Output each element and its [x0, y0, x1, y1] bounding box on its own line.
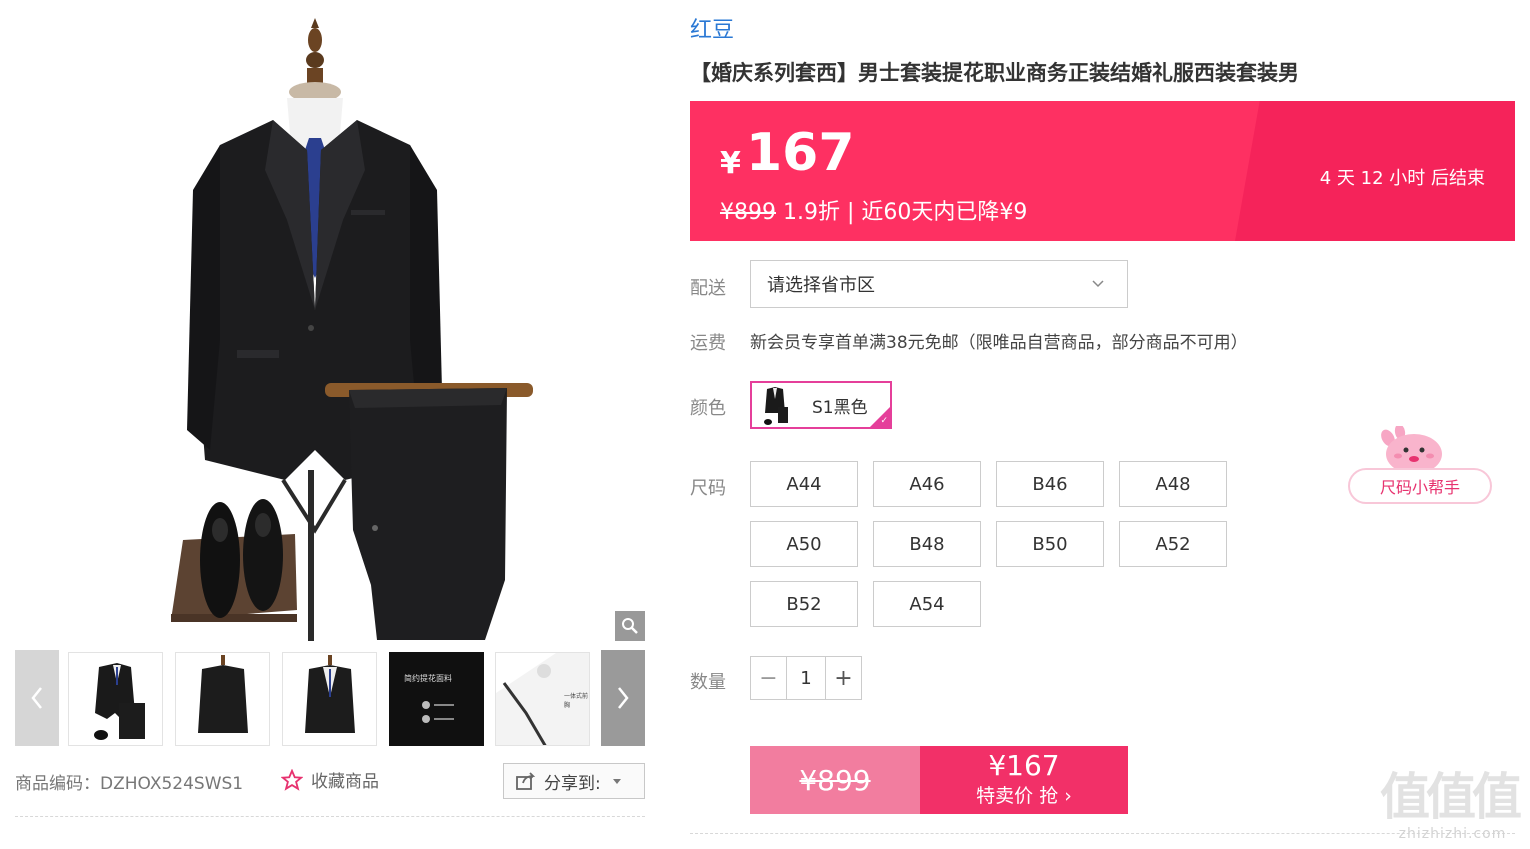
- color-swatch-thumbnail: [764, 387, 788, 425]
- size-helper-button[interactable]: 尺码小帮手: [1348, 426, 1494, 508]
- size-option-a46[interactable]: A46: [873, 461, 981, 507]
- watermark-logo: 值值值: [1380, 768, 1522, 826]
- size-label: 尺码: [690, 478, 726, 499]
- original-price: ¥899: [720, 200, 776, 225]
- watermark-url: zhizhizhi.com: [1398, 826, 1507, 842]
- share-icon: [516, 772, 536, 790]
- share-label: 分享到:: [544, 773, 601, 794]
- size-option-b52[interactable]: B52: [750, 581, 858, 627]
- price-details: ¥899 1.9折 | 近60天内已降¥9: [720, 194, 1027, 226]
- product-title: 【婚庆系列套西】男士套装提花职业商务正装结婚礼服西装套装男: [690, 61, 1299, 85]
- divider: [15, 816, 645, 817]
- site-watermark: 值值值 zhizhizhi.com: [1380, 768, 1525, 846]
- buy-original-price: ¥899: [750, 746, 920, 814]
- buy-cta-label: 特卖价 抢 ›: [976, 785, 1072, 807]
- product-sku: 商品编码：DZHOX524SWS1: [15, 774, 244, 794]
- magnifier-icon[interactable]: [615, 611, 645, 641]
- delivery-label: 配送: [690, 278, 726, 299]
- size-helper-label: 尺码小帮手: [1348, 468, 1492, 504]
- size-option-b48[interactable]: B48: [873, 521, 981, 567]
- size-option-a48[interactable]: A48: [1119, 461, 1227, 507]
- sale-countdown: 4 天 12 小时 后结束: [1319, 168, 1485, 189]
- thumbnail-craft-detail[interactable]: 一体式前胸: [495, 652, 590, 746]
- craft-detail-text: 一体式前胸: [564, 693, 589, 709]
- size-option-a50[interactable]: A50: [750, 521, 858, 567]
- chevron-left-icon[interactable]: [15, 650, 59, 746]
- freight-info: 新会员专享首单满38元免邮（限唯品自营商品，部分商品不可用）: [750, 333, 1248, 353]
- delivery-select-value: 请选择省市区: [767, 275, 875, 296]
- thumbnail-strip: 简约提花面料 一体式前胸: [15, 650, 645, 746]
- check-icon: ✓: [880, 416, 888, 426]
- currency-symbol: ¥: [720, 146, 741, 181]
- quantity-input[interactable]: 1: [786, 657, 826, 699]
- size-option-b46[interactable]: B46: [996, 461, 1104, 507]
- brand-link[interactable]: 红豆: [690, 12, 734, 44]
- freight-label: 运费: [690, 333, 726, 354]
- quantity-label: 数量: [690, 672, 726, 693]
- chevron-down-icon: [1092, 280, 1104, 288]
- size-option-b50[interactable]: B50: [996, 521, 1104, 567]
- favorite-label: 收藏商品: [311, 772, 379, 792]
- favorite-button[interactable]: 收藏商品: [281, 767, 379, 792]
- main-product-image[interactable]: [15, 10, 645, 641]
- thumbnail-suit-set[interactable]: [68, 652, 163, 746]
- price-banner: ¥ 167 ¥899 1.9折 | 近60天内已降¥9 4 天 12 小时 后结…: [690, 101, 1515, 241]
- buy-now-panel[interactable]: ¥167 特卖价 抢 ›: [920, 746, 1128, 814]
- chevron-right-icon[interactable]: [601, 650, 645, 746]
- quantity-increase-button[interactable]: +: [826, 657, 861, 699]
- current-price: 167: [746, 123, 855, 183]
- thumbnail-fabric-detail[interactable]: 简约提花面料: [389, 652, 484, 746]
- size-option-a44[interactable]: A44: [750, 461, 858, 507]
- color-option-label: S1黑色: [812, 397, 868, 418]
- buy-button[interactable]: ¥899 ¥167 特卖价 抢 ›: [750, 746, 1128, 814]
- thumbnail-jacket-front[interactable]: [282, 652, 377, 746]
- delivery-region-select[interactable]: 请选择省市区: [750, 260, 1128, 308]
- caret-down-icon: [612, 778, 621, 784]
- buy-sale-price: ¥167: [988, 749, 1060, 782]
- size-option-a54[interactable]: A54: [873, 581, 981, 627]
- quantity-stepper: − 1 +: [750, 656, 862, 700]
- share-dropdown[interactable]: 分享到:: [503, 763, 645, 799]
- discount-text: 1.9折 | 近60天内已降¥9: [776, 200, 1028, 225]
- thumbnail-jacket-back[interactable]: [175, 652, 270, 746]
- size-option-a52[interactable]: A52: [1119, 521, 1227, 567]
- quantity-decrease-button[interactable]: −: [751, 657, 786, 699]
- color-option-s1-black[interactable]: S1黑色 ✓: [750, 381, 892, 429]
- star-icon: [281, 768, 303, 791]
- product-meta-row: 商品编码：DZHOX524SWS1 收藏商品 分享到:: [15, 763, 645, 799]
- color-label: 颜色: [690, 398, 726, 419]
